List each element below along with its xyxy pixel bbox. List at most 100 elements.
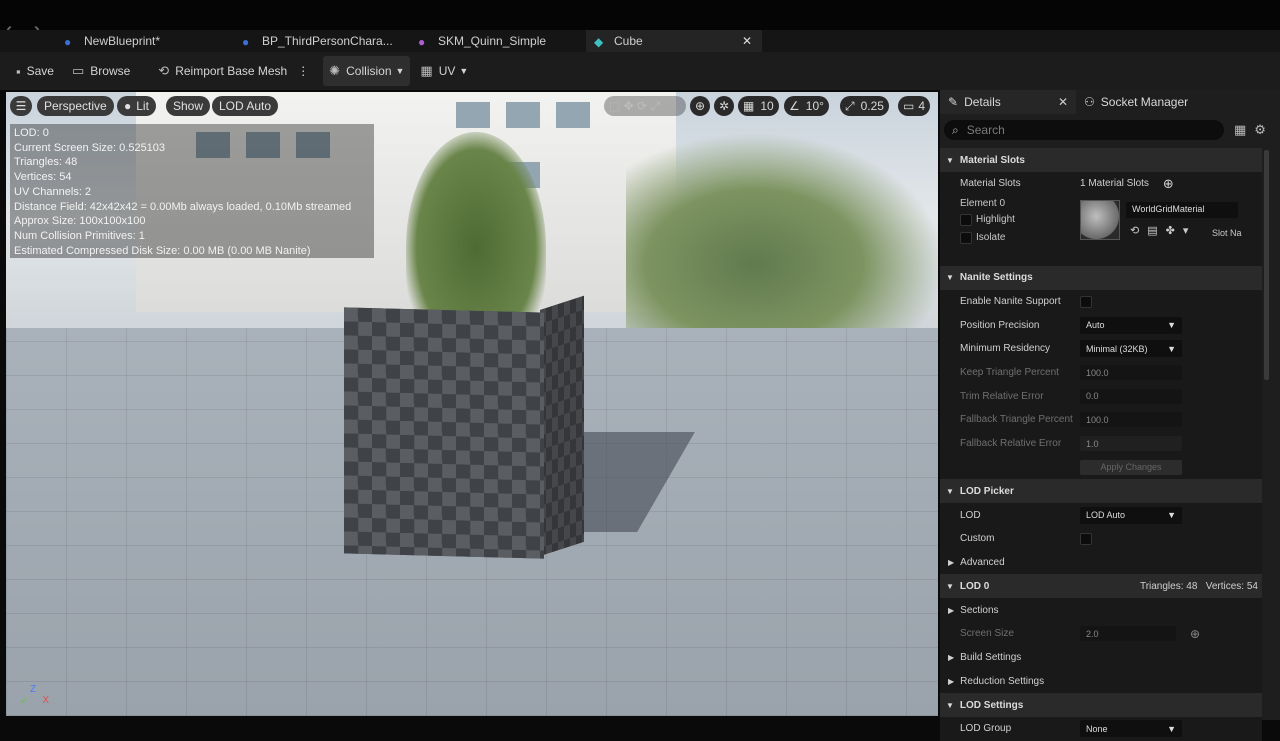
transform-tools-group[interactable]: ⬚ ✥ ⟳ ⤢ — [604, 96, 686, 116]
sections-row[interactable]: ▶ Sections — [940, 598, 1262, 622]
property-label: Fallback Triangle Percent — [960, 414, 1073, 426]
advanced-row[interactable]: ▶ Advanced — [940, 550, 1262, 575]
browse-asset-icon[interactable]: ▤ — [1147, 224, 1157, 237]
rotation-snap-button[interactable]: ∠ 10° — [784, 96, 829, 116]
material-options-icon[interactable]: ✤ — [1166, 224, 1175, 237]
dropdown-value: None — [1086, 723, 1108, 734]
lod-button[interactable]: LOD Auto — [212, 96, 279, 116]
tab-details[interactable]: ✎ Details ✕ — [940, 90, 1076, 114]
minimum-residency-dropdown[interactable]: Minimal (32KB) ▼ — [1080, 340, 1182, 358]
save-button[interactable]: ▪ Save — [10, 56, 60, 86]
perspective-label: Perspective — [44, 99, 107, 113]
details-search-input[interactable]: ⌕ Search — [944, 120, 1224, 140]
enable-nanite-row: Enable Nanite Support — [940, 289, 1262, 314]
isolate-checkbox[interactable] — [960, 231, 972, 244]
search-placeholder: Search — [966, 123, 1005, 137]
stat-line: Triangles: 48 — [14, 156, 78, 169]
stat-line: Distance Field: 42x42x42 = 0.00Mb always… — [14, 200, 352, 213]
isolate-label: Isolate — [976, 232, 1006, 244]
camera-speed-button[interactable]: ▭ 4 — [898, 96, 931, 116]
build-settings-row[interactable]: ▶ Build Settings — [940, 645, 1262, 670]
enable-nanite-checkbox[interactable] — [1080, 295, 1092, 308]
fallback-triangle-input[interactable]: 100.0 — [1080, 412, 1182, 428]
skeletal-mesh-icon: ● — [418, 35, 426, 49]
expand-arrow-icon: ▼ — [946, 581, 954, 591]
fallback-error-input[interactable]: 1.0 — [1080, 436, 1182, 452]
section-material-slots[interactable]: ▼ Material Slots — [940, 148, 1262, 172]
highlight-checkbox[interactable] — [960, 213, 972, 226]
coordinate-space-button[interactable]: ⊕ — [690, 96, 711, 116]
viewport-menu-button[interactable]: ☰ — [10, 96, 32, 116]
material-thumbnail[interactable] — [1080, 199, 1120, 240]
more-options-icon[interactable]: ⋮ — [297, 64, 309, 78]
show-button[interactable]: Show — [166, 96, 211, 116]
lod-dropdown[interactable]: LOD Auto ▼ — [1080, 506, 1182, 524]
reimport-base-mesh-button[interactable]: ⟲ Reimport Base Mesh ⋮ — [152, 56, 315, 86]
reduction-settings-row[interactable]: ▶ Reduction Settings — [940, 669, 1262, 693]
browse-button[interactable]: ▭ Browse — [66, 56, 136, 86]
position-precision-dropdown[interactable]: Auto ▼ — [1080, 316, 1182, 334]
trim-error-input[interactable]: 0.0 — [1080, 388, 1182, 404]
add-icon[interactable]: ⊕ — [1190, 627, 1200, 641]
perspective-button[interactable]: Perspective — [37, 96, 114, 116]
section-lod-0[interactable]: ▼ LOD 0 Triangles: 48 Vertices: 54 — [940, 574, 1262, 599]
mesh-viewport[interactable]: ☰ Perspective ● Lit Show LOD Auto ⬚ ✥ ⟳ … — [6, 92, 938, 716]
select-icon[interactable]: ⬚ ✥ ⟳ ⤢ — [609, 99, 660, 114]
property-label: ▶ Sections — [940, 605, 1080, 616]
axis-y-icon: ↙ — [20, 695, 29, 706]
chevron-down-icon[interactable]: ▾ — [1183, 224, 1189, 237]
tab-socket-manager[interactable]: ⚇ Socket Manager — [1076, 90, 1196, 114]
section-lod-settings[interactable]: ▼ LOD Settings — [940, 693, 1262, 717]
surface-snap-button[interactable]: ✲ — [714, 96, 735, 116]
screen-size-input[interactable]: 2.0 — [1080, 626, 1176, 642]
section-lod-picker[interactable]: ▼ LOD Picker — [940, 479, 1262, 504]
apply-changes-row: Apply Changes — [940, 455, 1262, 480]
details-scrollbar[interactable] — [1264, 150, 1269, 380]
minimum-residency-row: Minimum Residency Minimal (32KB) ▼ — [940, 337, 1262, 361]
element-0-block: Element 0 Highlight Isolate WorldGridMat… — [940, 195, 1262, 266]
reduction-settings-label: Reduction Settings — [960, 675, 1045, 687]
grid-snap-button[interactable]: ▦ 10 — [738, 96, 779, 116]
lit-button[interactable]: ● Lit — [117, 96, 156, 116]
use-selected-icon[interactable]: ⟲ — [1130, 224, 1139, 237]
scale-snap-button[interactable]: ⤢ 0.25 — [840, 96, 889, 116]
table-view-icon[interactable]: ▦ — [1234, 122, 1246, 138]
build-settings-label: Build Settings — [960, 651, 1022, 663]
property-label: Material Slots — [960, 178, 1021, 190]
angle-icon: ∠ — [789, 99, 800, 113]
section-title: LOD Settings — [959, 699, 1024, 711]
tab-cube[interactable]: ◆ Cube ✕ — [586, 30, 762, 52]
tab-bp-thirdperson[interactable]: ● BP_ThirdPersonChara... — [234, 30, 404, 52]
property-label: LOD Group — [960, 723, 1012, 735]
position-precision-row: Position Precision Auto ▼ — [940, 313, 1262, 338]
lod-group-dropdown[interactable]: None ▼ — [1080, 720, 1182, 738]
collision-menu-button[interactable]: ✺ Collision ▼ — [323, 56, 411, 86]
tab-label: SKM_Quinn_Simple — [438, 34, 547, 48]
material-picker[interactable]: WorldGridMaterial — [1126, 201, 1238, 218]
close-tab-icon[interactable]: ✕ — [742, 34, 752, 48]
chevron-down-icon: ▼ — [1167, 723, 1176, 734]
property-value: 1 Material Slots ⊕ — [1080, 176, 1174, 192]
stat-line: Estimated Compressed Disk Size: 0.00 MB … — [14, 244, 311, 257]
tab-new-blueprint[interactable]: ● NewBlueprint* — [56, 30, 226, 52]
uv-menu-button[interactable]: ▦ UV ▼ — [414, 56, 474, 86]
reimport-icon: ⟲ — [158, 63, 170, 78]
camera-speed-value: 4 — [918, 99, 926, 113]
add-slot-icon[interactable]: ⊕ — [1163, 176, 1174, 192]
folder-search-icon: ▭ — [71, 63, 85, 78]
material-slots-count: 1 Material Slots — [1080, 178, 1149, 190]
axis-indicator: Z ↙ X — [20, 684, 49, 706]
property-label: Custom — [960, 533, 995, 545]
apply-changes-button[interactable]: Apply Changes — [1080, 459, 1182, 475]
tab-skm-quinn[interactable]: ● SKM_Quinn_Simple — [410, 30, 580, 52]
custom-checkbox[interactable] — [1080, 532, 1092, 545]
section-nanite-settings[interactable]: ▼ Nanite Settings — [940, 265, 1262, 290]
lod-label: LOD Auto — [219, 99, 272, 113]
keep-triangle-input[interactable]: 100.0 — [1080, 365, 1182, 381]
close-details-icon[interactable]: ✕ — [1058, 95, 1068, 109]
search-row: ⌕ Search ▦ ⚙ — [940, 114, 1280, 146]
panel-tabs: ✎ Details ✕ ⚇ Socket Manager — [940, 90, 1280, 114]
settings-gear-icon[interactable]: ⚙ — [1254, 122, 1266, 138]
grid-snap-icon: ▦ — [743, 99, 755, 113]
lit-label: Lit — [136, 99, 149, 113]
